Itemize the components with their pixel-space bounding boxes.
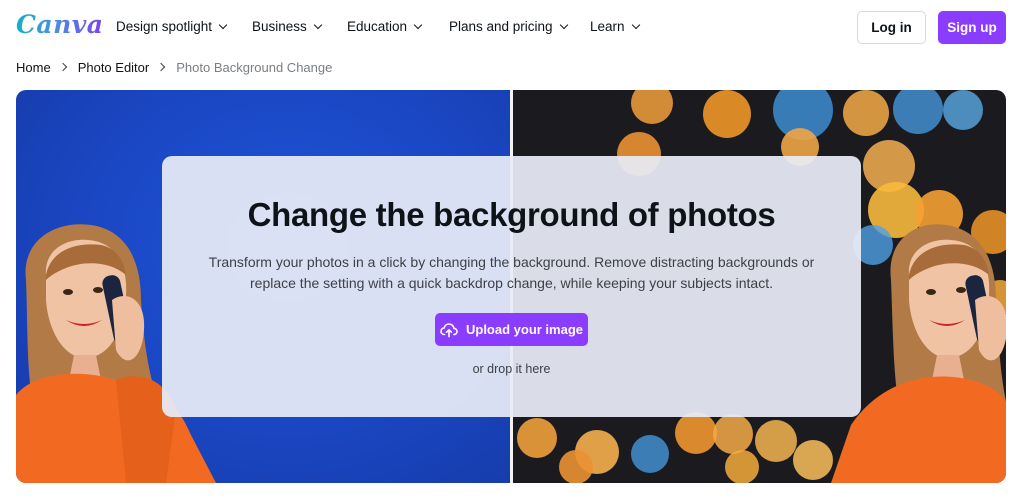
breadcrumb-home[interactable]: Home xyxy=(16,60,51,75)
nav-learn[interactable]: Learn xyxy=(590,19,640,34)
nav-plans-and-pricing[interactable]: Plans and pricing xyxy=(449,19,568,34)
hero-content-panel: Change the background of photos Transfor… xyxy=(162,156,861,417)
canva-logo[interactable]: Canva xyxy=(16,10,104,39)
chevron-right-icon xyxy=(156,62,166,72)
page-title: Change the background of photos xyxy=(247,196,776,233)
hero-banner: Change the background of photos Transfor… xyxy=(16,90,1006,483)
chevron-down-icon xyxy=(631,20,640,29)
nav-business[interactable]: Business xyxy=(252,19,323,34)
chevron-down-icon xyxy=(413,20,423,29)
nav-education[interactable]: Education xyxy=(347,19,423,34)
nav-item-label: Education xyxy=(347,19,408,34)
top-navigation: Canva Design spotlight Business Educatio… xyxy=(0,0,1024,54)
upload-button-label: Upload your image xyxy=(465,322,584,337)
drop-zone-hint: or drop it here xyxy=(472,362,551,376)
breadcrumb-photo-editor[interactable]: Photo Editor xyxy=(78,60,150,75)
signup-button[interactable]: Sign up xyxy=(938,11,1006,44)
chevron-right-icon xyxy=(58,62,67,72)
chevron-down-icon xyxy=(559,20,568,29)
breadcrumb-current: Photo Background Change xyxy=(176,59,333,75)
cloud-upload-icon xyxy=(440,322,458,337)
nav-item-label: Learn xyxy=(590,19,625,34)
upload-image-button[interactable]: Upload your image xyxy=(435,313,588,346)
chevron-down-icon xyxy=(313,20,323,29)
nav-item-label: Design spotlight xyxy=(116,19,213,34)
nav-item-label: Business xyxy=(252,19,307,34)
login-button[interactable]: Log in xyxy=(857,11,926,44)
nav-item-label: Plans and pricing xyxy=(449,19,553,34)
hero-description: Transform your photos in a click by chan… xyxy=(208,254,815,291)
chevron-down-icon xyxy=(218,20,228,29)
breadcrumb: Home Photo Editor Photo Background Chang… xyxy=(16,59,332,75)
nav-design-spotlight[interactable]: Design spotlight xyxy=(116,19,228,34)
